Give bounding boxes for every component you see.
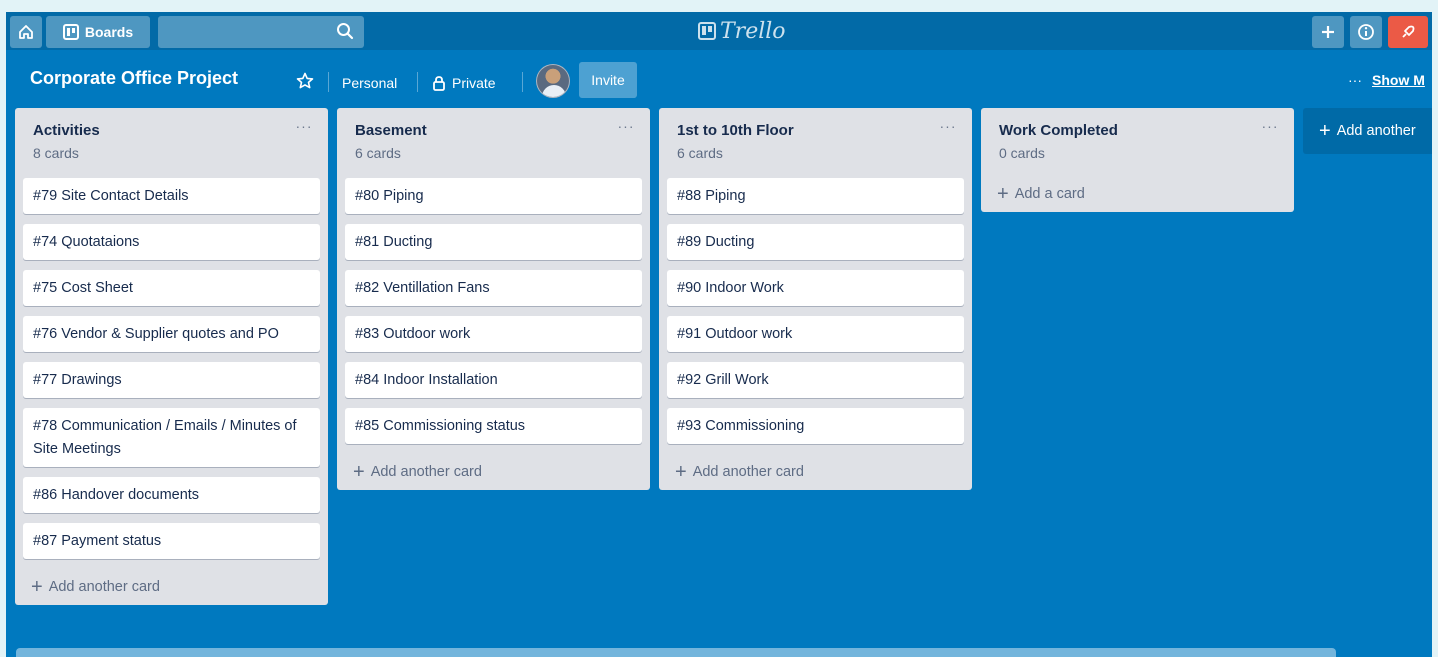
list-title[interactable]: Basement	[355, 122, 642, 139]
card[interactable]: #74 Quotataions	[23, 224, 320, 260]
star-icon[interactable]	[296, 72, 314, 90]
trello-logo-text: Trello	[720, 18, 786, 44]
card[interactable]: #86 Handover documents	[23, 477, 320, 513]
card[interactable]: #92 Grill Work	[667, 362, 964, 398]
card[interactable]: #82 Ventillation Fans	[345, 270, 642, 306]
list-menu-icon[interactable]: ···	[614, 118, 638, 138]
boards-button[interactable]: Boards	[46, 16, 150, 48]
team-button[interactable]: Personal	[342, 66, 397, 100]
plus-icon: +	[31, 576, 43, 598]
show-menu-label: Show M	[1372, 72, 1425, 88]
card[interactable]: #80 Piping	[345, 178, 642, 214]
add-list-label: Add another	[1336, 123, 1416, 139]
card[interactable]: #91 Outdoor work	[667, 316, 964, 352]
list-card-count: 6 cards	[355, 145, 401, 161]
team-label: Personal	[342, 75, 398, 91]
list-activities: Activities 8 cards ··· #79 Site Contact …	[15, 108, 328, 605]
search-input[interactable]	[158, 16, 364, 48]
add-card-label: Add another card	[692, 464, 804, 480]
list-title[interactable]: Activities	[33, 122, 320, 139]
list-header[interactable]: Work Completed 0 cards ···	[989, 108, 1286, 178]
add-card-button[interactable]: + Add a card	[989, 176, 1286, 212]
list-header[interactable]: 1st to 10th Floor 6 cards ···	[667, 108, 964, 178]
card[interactable]: #93 Commissioning	[667, 408, 964, 444]
lock-icon	[433, 76, 445, 91]
plus-icon: +	[1319, 120, 1331, 142]
add-card-button[interactable]: + Add another card	[345, 454, 642, 490]
card[interactable]: #90 Indoor Work	[667, 270, 964, 306]
list-title[interactable]: Work Completed	[999, 122, 1286, 139]
card[interactable]: #77 Drawings	[23, 362, 320, 398]
avatar[interactable]	[536, 64, 570, 98]
card[interactable]: #85 Commissioning status	[345, 408, 642, 444]
list-menu-icon[interactable]: ···	[936, 118, 960, 138]
card[interactable]: #75 Cost Sheet	[23, 270, 320, 306]
list-basement: Basement 6 cards ··· #80 Piping #81 Duct…	[337, 108, 650, 490]
home-icon	[19, 25, 33, 39]
list-header[interactable]: Basement 6 cards ···	[345, 108, 642, 178]
boards-label: Boards	[84, 24, 134, 40]
list-card-count: 6 cards	[677, 145, 723, 161]
card[interactable]: #78 Communication / Emails / Minutes of …	[23, 408, 320, 467]
card[interactable]: #89 Ducting	[667, 224, 964, 260]
home-button[interactable]	[10, 16, 42, 48]
boards-icon	[62, 24, 79, 40]
show-menu-button[interactable]: ··· Show M	[1348, 72, 1425, 88]
header-divider	[328, 72, 329, 92]
list-card-count: 0 cards	[999, 145, 1045, 161]
invite-button[interactable]: Invite	[579, 62, 637, 98]
info-button[interactable]	[1350, 16, 1382, 48]
card[interactable]: #88 Piping	[667, 178, 964, 214]
search-icon[interactable]	[336, 22, 354, 40]
add-list-button[interactable]: + Add another	[1303, 108, 1432, 154]
create-button[interactable]	[1312, 16, 1344, 48]
trello-logo-icon	[698, 22, 716, 40]
trello-board-window: Boards Trello Corporate Office Project P…	[6, 12, 1432, 657]
notifications-button[interactable]	[1388, 16, 1428, 48]
top-header: Boards Trello	[6, 12, 1432, 50]
list-1st-to-10th-floor: 1st to 10th Floor 6 cards ··· #88 Piping…	[659, 108, 972, 490]
info-icon	[1358, 24, 1374, 40]
add-card-label: Add another card	[370, 464, 482, 480]
card[interactable]: #87 Payment status	[23, 523, 320, 559]
card[interactable]: #83 Outdoor work	[345, 316, 642, 352]
list-header[interactable]: Activities 8 cards ···	[23, 108, 320, 178]
plus-icon	[1322, 26, 1334, 38]
card[interactable]: #84 Indoor Installation	[345, 362, 642, 398]
plus-icon: +	[997, 183, 1009, 205]
add-card-label: Add a card	[1014, 186, 1085, 202]
list-work-completed: Work Completed 0 cards ··· + Add a card	[981, 108, 1294, 212]
board-title[interactable]: Corporate Office Project	[30, 68, 238, 89]
list-menu-icon[interactable]: ···	[1258, 118, 1282, 138]
plus-icon: +	[353, 461, 365, 483]
list-menu-icon[interactable]: ···	[292, 118, 316, 138]
visibility-label: Private	[452, 75, 496, 91]
plus-icon: +	[675, 461, 687, 483]
add-card-button[interactable]: + Add another card	[23, 569, 320, 605]
trello-logo[interactable]: Trello	[698, 18, 786, 44]
add-card-button[interactable]: + Add another card	[667, 454, 964, 490]
rocket-icon	[1402, 25, 1415, 38]
card[interactable]: #81 Ducting	[345, 224, 642, 260]
list-card-count: 8 cards	[33, 145, 79, 161]
visibility-button[interactable]: Private	[432, 66, 496, 100]
card[interactable]: #79 Site Contact Details	[23, 178, 320, 214]
add-card-label: Add another card	[48, 579, 160, 595]
horizontal-scrollbar[interactable]	[16, 648, 1336, 657]
list-title[interactable]: 1st to 10th Floor	[677, 122, 964, 139]
card[interactable]: #76 Vendor & Supplier quotes and PO	[23, 316, 320, 352]
more-icon: ···	[1348, 72, 1362, 88]
header-divider	[417, 72, 418, 92]
header-divider	[522, 72, 523, 92]
